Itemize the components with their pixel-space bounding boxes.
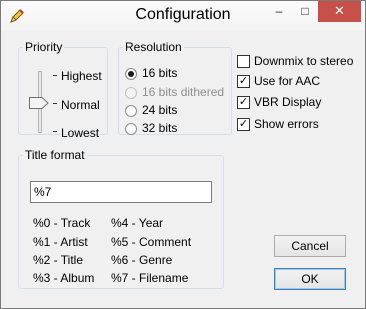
- radio-label[interactable]: 16 bits dithered: [142, 85, 224, 99]
- use-for-aac-checkbox[interactable]: ✓: [237, 75, 250, 88]
- priority-level-label: Highest: [61, 69, 102, 83]
- slider-tick: [53, 103, 57, 104]
- checkbox-label[interactable]: VBR Display: [254, 95, 321, 109]
- resolution-group: Resolution 16 bits 16 bits dithered 24 b…: [118, 41, 232, 135]
- title-format-group: Title format %0 - Track %1 - Artist %2 -…: [18, 149, 224, 289]
- radio-label[interactable]: 24 bits: [142, 103, 177, 117]
- priority-legend: Priority: [25, 40, 63, 54]
- radio-32-bits[interactable]: [125, 123, 137, 135]
- priority-group: Priority Highest Normal Lowest: [18, 40, 108, 140]
- title-bar[interactable]: Configuration – □ ✕: [1, 1, 365, 31]
- maximize-button[interactable]: □: [292, 1, 318, 22]
- configuration-window: Configuration – □ ✕ Priority Highest Nor…: [0, 0, 366, 309]
- format-token: %5 - Comment: [111, 235, 192, 249]
- radio-24-bits[interactable]: [125, 105, 137, 117]
- format-token: %2 - Title: [33, 253, 84, 267]
- format-token: %1 - Artist: [33, 235, 88, 249]
- radio-16-bits[interactable]: [125, 68, 137, 80]
- cancel-button[interactable]: Cancel: [274, 235, 346, 257]
- checkbox-label[interactable]: Show errors: [254, 117, 319, 131]
- slider-tick: [53, 131, 57, 132]
- show-errors-checkbox[interactable]: ✓: [237, 118, 250, 131]
- resolution-legend: Resolution: [125, 40, 182, 54]
- format-token: %7 - Filename: [111, 271, 189, 285]
- close-button[interactable]: ✕: [318, 1, 361, 22]
- title-format-input[interactable]: [30, 181, 212, 203]
- vbr-display-checkbox[interactable]: ✓: [237, 96, 250, 109]
- checkbox-label[interactable]: Use for AAC: [254, 74, 320, 88]
- slider-tick: [53, 75, 57, 76]
- radio-16-bits-dithered[interactable]: [125, 87, 137, 99]
- radio-label[interactable]: 16 bits: [142, 66, 177, 80]
- downmix-checkbox[interactable]: [237, 55, 250, 68]
- priority-level-label: Normal: [61, 98, 100, 112]
- radio-label[interactable]: 32 bits: [142, 121, 177, 135]
- priority-level-label: Lowest: [61, 126, 100, 140]
- priority-slider-thumb[interactable]: [29, 97, 49, 109]
- ok-button[interactable]: OK: [274, 268, 346, 290]
- title-format-legend: Title format: [25, 148, 85, 162]
- format-token: %3 - Album: [33, 271, 95, 285]
- format-token: %6 - Genre: [111, 253, 173, 267]
- format-token: %4 - Year: [111, 216, 164, 230]
- checkbox-label[interactable]: Downmix to stereo: [254, 54, 353, 68]
- dialog-body: Priority Highest Normal Lowest Resolutio…: [8, 31, 358, 301]
- format-token: %0 - Track: [33, 216, 91, 230]
- minimize-button[interactable]: –: [266, 1, 292, 22]
